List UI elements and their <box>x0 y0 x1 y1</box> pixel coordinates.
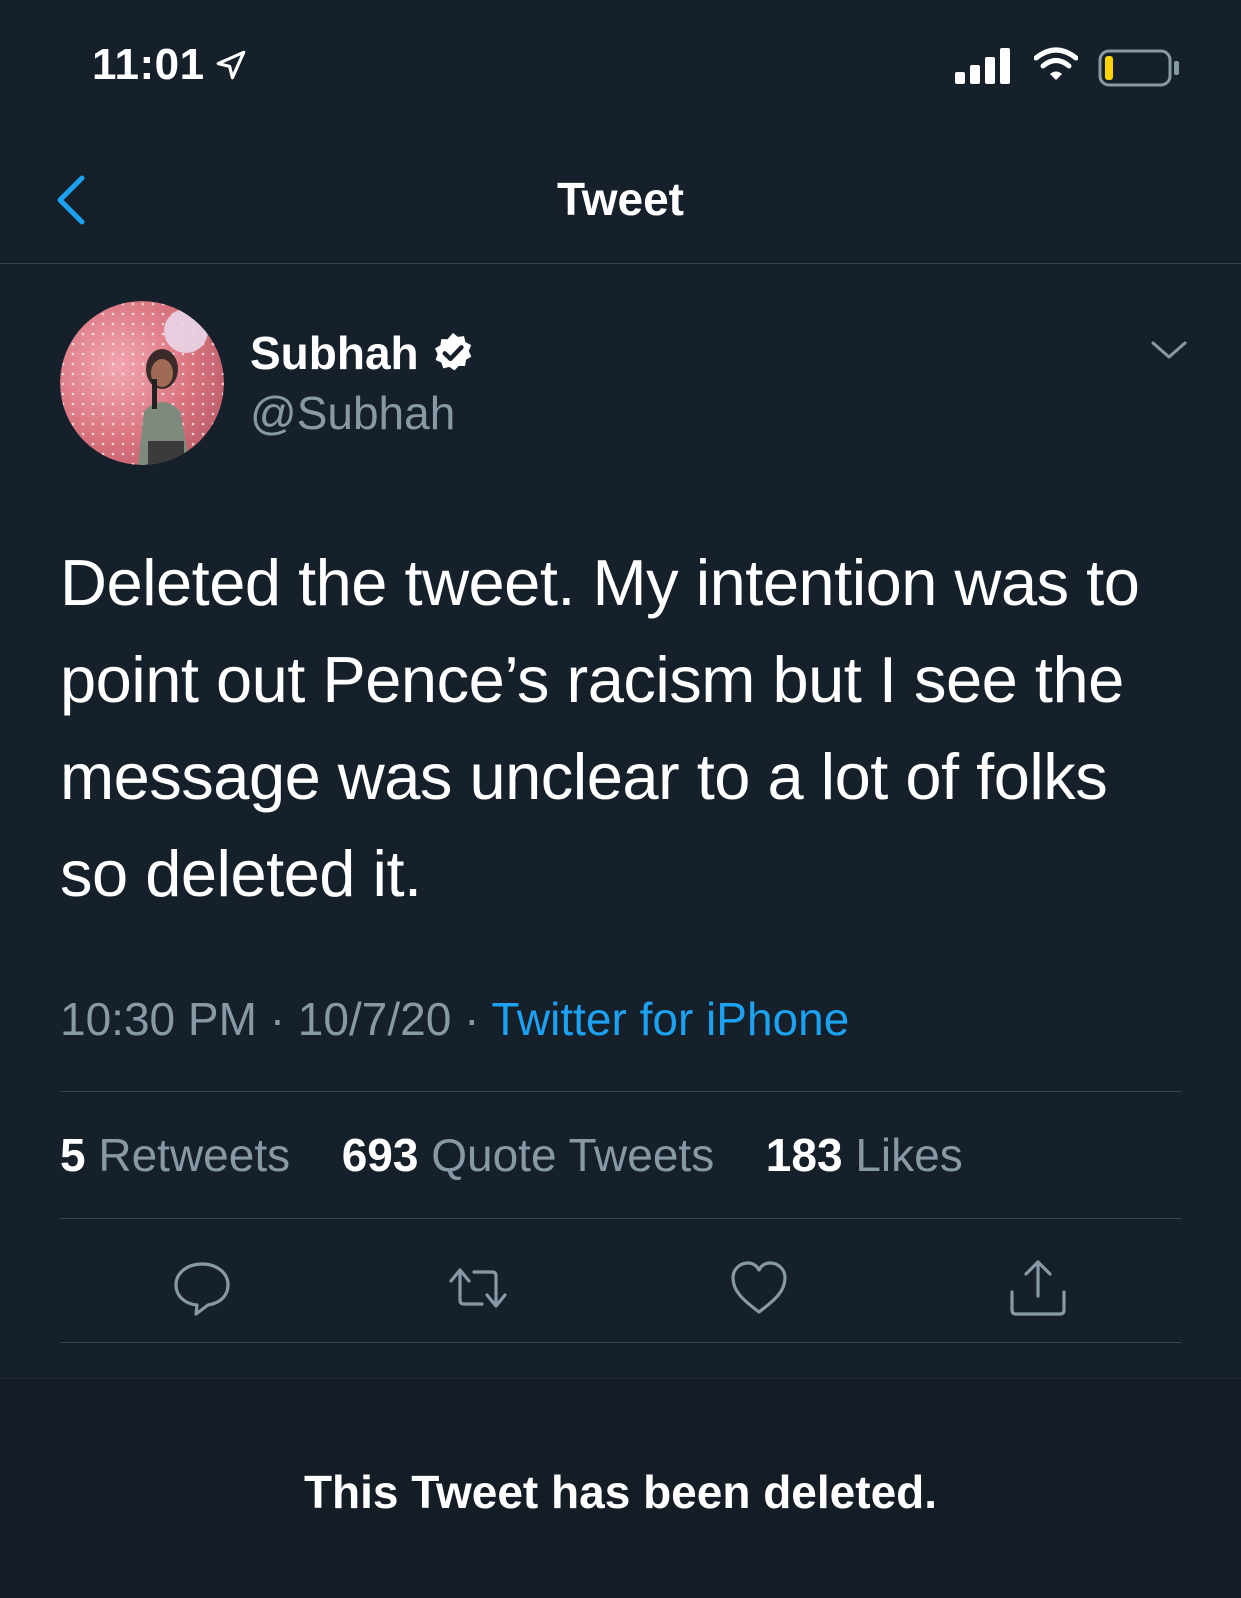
divider <box>60 1342 1181 1343</box>
reply-icon[interactable] <box>170 1256 234 1320</box>
author-handle[interactable]: @Subhah <box>250 386 455 440</box>
more-options-chevron-icon[interactable] <box>1150 338 1188 364</box>
share-icon[interactable] <box>1006 1256 1070 1320</box>
status-bar: 11:01 <box>0 0 1241 130</box>
likes-count: 183 <box>765 1129 843 1181</box>
retweets-count: 5 <box>60 1129 86 1181</box>
tweet-date: 10/7/20 <box>297 993 452 1045</box>
deleted-notice: This Tweet has been deleted. <box>0 1378 1241 1598</box>
retweet-icon[interactable] <box>446 1256 510 1320</box>
like-icon[interactable] <box>727 1256 791 1320</box>
divider <box>60 1218 1181 1219</box>
author-name[interactable]: Subhah <box>250 326 419 380</box>
tweet-time: 10:30 PM <box>60 993 257 1045</box>
verified-badge-icon <box>434 332 472 371</box>
author-name-row[interactable]: Subhah <box>250 326 475 380</box>
deleted-notice-text: This Tweet has been deleted. <box>303 1466 938 1518</box>
likes-label: Likes <box>855 1129 963 1181</box>
status-time: 11:01 <box>92 40 205 89</box>
tweet-source-link[interactable]: Twitter for iPhone <box>491 993 849 1045</box>
tweet-meta: 10:30 PM · 10/7/20 · Twitter for iPhone <box>60 992 849 1046</box>
wifi-icon <box>1034 47 1078 80</box>
retweets-label: Retweets <box>98 1129 291 1181</box>
tweet-stats: 5 Retweets 693 Quote Tweets 183 Likes <box>60 1128 963 1182</box>
quote-tweets-count: 693 <box>341 1129 419 1181</box>
meta-separator: · <box>464 993 480 1045</box>
page-title: Tweet <box>557 173 684 225</box>
retweets-stat[interactable]: 5 Retweets <box>60 1129 303 1181</box>
avatar[interactable] <box>60 301 224 465</box>
battery-icon <box>1098 49 1179 87</box>
divider <box>60 1091 1181 1092</box>
quote-tweets-label: Quote Tweets <box>431 1129 715 1181</box>
nav-bar: Tweet <box>0 150 1241 264</box>
meta-separator: · <box>269 993 286 1045</box>
quote-tweets-stat[interactable]: 693 Quote Tweets <box>329 1129 727 1181</box>
likes-stat[interactable]: 183 Likes <box>753 1129 963 1181</box>
tweet-text: Deleted the tweet. My intention was to p… <box>60 546 1140 910</box>
cellular-signal-icon <box>955 48 1010 84</box>
location-arrow-icon <box>216 50 246 80</box>
